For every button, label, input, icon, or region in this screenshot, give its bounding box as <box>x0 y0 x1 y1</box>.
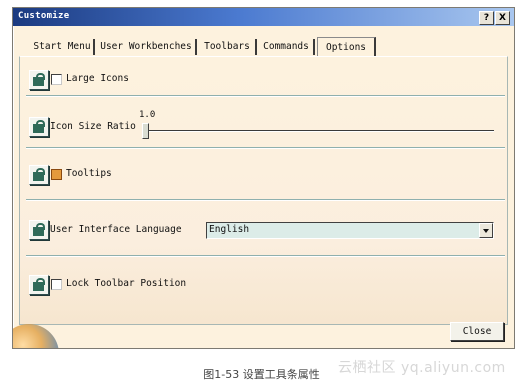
globe-logo-icon <box>13 324 59 348</box>
lock-icon[interactable] <box>29 220 49 240</box>
window-title: Customize <box>18 11 70 21</box>
close-window-button[interactable]: X <box>495 11 510 25</box>
tooltips-checkbox[interactable] <box>51 169 62 180</box>
figure-caption: 图1-53 设置工具条属性 <box>203 368 320 381</box>
icon-size-ratio-value: 1.0 <box>139 110 156 120</box>
lock-icon[interactable] <box>29 117 49 137</box>
ui-language-select[interactable]: English <box>206 222 494 239</box>
chevron-down-icon[interactable] <box>479 223 493 238</box>
icon-size-ratio-label: Icon Size Ratio <box>50 121 136 132</box>
lock-toolbar-checkbox[interactable] <box>51 279 62 290</box>
tab-start-menu[interactable]: Start Menu <box>31 39 95 55</box>
ui-language-value: English <box>209 224 250 235</box>
divider <box>26 199 505 201</box>
help-button[interactable]: ? <box>479 11 494 25</box>
tab-options[interactable]: Options <box>317 37 376 57</box>
large-icons-label: Large Icons <box>66 73 129 84</box>
large-icons-checkbox[interactable] <box>51 74 62 85</box>
tab-user-workbenches[interactable]: User Workbenches <box>97 39 197 55</box>
lock-icon[interactable] <box>29 70 49 90</box>
lock-icon[interactable] <box>29 275 49 295</box>
tab-toolbars[interactable]: Toolbars <box>199 39 257 55</box>
lock-toolbar-label: Lock Toolbar Position <box>66 278 187 289</box>
close-button[interactable]: Close <box>450 322 504 341</box>
options-panel: Large Icons Icon Size Ratio 1.0 Tooltips… <box>19 56 508 325</box>
tooltips-label: Tooltips <box>66 168 112 179</box>
lock-icon[interactable] <box>29 165 49 185</box>
icon-size-slider-thumb[interactable] <box>142 123 149 139</box>
divider <box>26 95 505 97</box>
divider <box>26 147 505 149</box>
ui-language-label: User Interface Language <box>50 224 182 235</box>
tab-commands[interactable]: Commands <box>259 39 315 55</box>
divider <box>26 255 505 257</box>
icon-size-slider-track[interactable] <box>148 130 494 132</box>
title-bar[interactable]: Customize ? X <box>13 8 514 26</box>
customize-dialog: Customize ? X Start Menu User Workbenche… <box>12 7 515 349</box>
